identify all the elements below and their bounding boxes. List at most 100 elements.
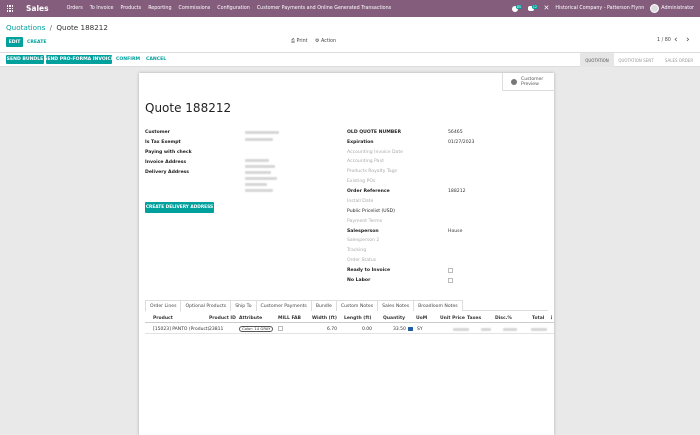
label-delivery-address: Delivery Address bbox=[145, 170, 190, 175]
col-product[interactable]: Product bbox=[153, 316, 173, 321]
globe-icon bbox=[511, 78, 517, 85]
row-total-redacted bbox=[531, 328, 547, 331]
col-quantity[interactable]: Quantity bbox=[383, 316, 405, 321]
user-avatar[interactable] bbox=[650, 4, 660, 13]
tab-customer-payments[interactable]: Customer Payments bbox=[255, 300, 312, 311]
col-product-id[interactable]: Product ID bbox=[209, 316, 236, 321]
print-icon: ⎙ bbox=[291, 38, 296, 44]
menu-orders[interactable]: Orders bbox=[67, 6, 83, 11]
stage-sales-order[interactable]: SALES ORDER bbox=[658, 53, 700, 67]
row-quantity[interactable]: 33.50 bbox=[393, 327, 406, 332]
value-old-quote-number[interactable]: 56465 bbox=[448, 130, 463, 135]
app-name[interactable]: Sales bbox=[26, 4, 49, 13]
label-payment-terms: Payment Terms bbox=[347, 219, 383, 224]
menu-configuration[interactable]: Configuration bbox=[217, 6, 250, 11]
pager-value[interactable]: 1 / 80 bbox=[657, 38, 671, 43]
col-mill-fab[interactable]: MILL FAB bbox=[278, 316, 301, 321]
row-product-id[interactable]: 23811 bbox=[209, 327, 223, 332]
value-order-reference[interactable]: 188212 bbox=[448, 189, 466, 194]
customer-preview-label: Customer Preview bbox=[521, 76, 544, 87]
col-unit-price[interactable]: Unit Price bbox=[440, 316, 465, 321]
label-accounting-paid: Accounting Paid bbox=[347, 159, 384, 164]
navbar-systray: 85 12 ✕ Historical Company - Patterson F… bbox=[506, 0, 694, 17]
column-options-icon[interactable]: ⋮ bbox=[549, 315, 554, 321]
row-taxes-redacted[interactable] bbox=[481, 328, 491, 331]
col-total[interactable]: Total bbox=[532, 316, 544, 321]
menu-customer-payments[interactable]: Customer Payments and Online Generated T… bbox=[257, 6, 391, 11]
label-tracking: Tracking bbox=[347, 248, 367, 253]
menu-to-invoice[interactable]: To Invoice bbox=[90, 6, 114, 11]
tab-sales-notes[interactable]: Sales Notes bbox=[377, 300, 415, 311]
tab-ship-to[interactable]: Ship To bbox=[230, 300, 257, 311]
value-salesperson[interactable]: House bbox=[448, 229, 462, 234]
action-dropdown[interactable]: ⚙ Action bbox=[315, 38, 336, 44]
action-label: Action bbox=[320, 38, 337, 44]
customer-value-redacted-2 bbox=[245, 138, 273, 141]
table-row[interactable]: [15023] PANTO (Product) 23811 Color: 14 … bbox=[145, 324, 554, 334]
menu-products[interactable]: Products bbox=[120, 6, 141, 11]
print-dropdown[interactable]: ⎙ Print bbox=[291, 38, 308, 44]
no-labor-checkbox[interactable] bbox=[448, 278, 453, 283]
row-width[interactable]: 6.70 bbox=[327, 327, 337, 332]
row-attribute-tag[interactable]: Color: 14 GRAY bbox=[239, 326, 274, 332]
company-switcher[interactable]: Historical Company - Patterson Flynn bbox=[555, 6, 644, 11]
breadcrumb-quotations[interactable]: Quotations bbox=[6, 23, 45, 32]
col-attribute[interactable]: Attribute bbox=[239, 316, 262, 321]
invoice-address-redacted[interactable] bbox=[245, 159, 269, 162]
close-icon[interactable]: ✕ bbox=[544, 5, 550, 12]
tab-optional-products[interactable]: Optional Products bbox=[180, 300, 232, 311]
delivery-address-redacted[interactable] bbox=[245, 171, 271, 174]
label-ready-to-invoice: Ready to Invoice bbox=[347, 268, 391, 273]
label-accounting-invoice-date: Accounting Invoice Date bbox=[347, 150, 403, 155]
row-discount-redacted[interactable] bbox=[503, 328, 517, 331]
truck-icon[interactable] bbox=[408, 327, 413, 331]
chevron-right-icon[interactable]: › bbox=[686, 35, 690, 45]
status-bar: SEND BUNDLE SEND PRO-FORMA INVOICE CONFI… bbox=[0, 53, 700, 67]
tab-broadloom-notes[interactable]: Broadloom Notes bbox=[413, 300, 463, 311]
user-menu[interactable]: Administrator bbox=[661, 6, 694, 11]
delivery-address-redacted-4 bbox=[245, 189, 273, 192]
create-delivery-address-button[interactable]: CREATE DELIVERY ADDRESS bbox=[145, 202, 214, 213]
chevron-left-icon[interactable]: ‹ bbox=[674, 35, 678, 45]
label-no-labor: No Labor bbox=[347, 278, 371, 283]
label-salesperson-2: Salesperson 2 bbox=[347, 238, 380, 243]
col-width[interactable]: Width (ft) bbox=[312, 316, 337, 321]
customer-value-redacted[interactable] bbox=[245, 131, 279, 134]
activity-badge: 12 bbox=[531, 4, 539, 10]
label-order-status: Order Status bbox=[347, 258, 377, 263]
cancel-button[interactable]: CANCEL bbox=[146, 55, 166, 64]
menu-reporting[interactable]: Reporting bbox=[148, 6, 171, 11]
row-unit-price-redacted[interactable] bbox=[453, 328, 469, 331]
send-proforma-button[interactable]: SEND PRO-FORMA INVOICE bbox=[44, 55, 114, 64]
col-length[interactable]: Length (ft) bbox=[344, 316, 372, 321]
tab-custom-notes[interactable]: Custom Notes bbox=[335, 300, 379, 311]
stage-bar: QUOTATION QUOTATION SENT SALES ORDER bbox=[580, 53, 700, 67]
label-install-date: Install Date bbox=[347, 199, 374, 204]
customer-preview-button[interactable]: Customer Preview bbox=[502, 73, 554, 91]
apps-grid-icon[interactable] bbox=[3, 0, 17, 17]
label-public-pricelist[interactable]: Public Pricelist (USD) bbox=[347, 209, 395, 214]
chat-icon[interactable]: 85 bbox=[511, 4, 523, 13]
stage-quotation[interactable]: QUOTATION bbox=[580, 53, 614, 67]
tab-order-lines[interactable]: Order Lines bbox=[145, 300, 182, 312]
tab-bundle[interactable]: Bundle bbox=[310, 300, 337, 311]
menu-commissions[interactable]: Commissions bbox=[179, 6, 211, 11]
row-product[interactable]: [15023] PANTO (Product) bbox=[153, 327, 209, 332]
stage-quotation-sent[interactable]: QUOTATION SENT bbox=[614, 53, 658, 67]
col-taxes[interactable]: Taxes bbox=[467, 316, 481, 321]
row-uom[interactable]: SY bbox=[417, 327, 423, 332]
ready-to-invoice-checkbox[interactable] bbox=[448, 268, 453, 273]
activity-icon[interactable]: 12 bbox=[527, 4, 539, 13]
label-paying-check: Paying with check bbox=[145, 150, 192, 155]
value-expiration[interactable]: 01/27/2023 bbox=[448, 140, 474, 145]
col-discount[interactable]: Disc.% bbox=[495, 316, 512, 321]
send-bundle-button[interactable]: SEND BUNDLE bbox=[6, 55, 44, 64]
confirm-button[interactable]: CONFIRM bbox=[116, 55, 140, 64]
row-length[interactable]: 0.00 bbox=[362, 327, 372, 332]
col-uom[interactable]: UoM bbox=[416, 316, 427, 321]
create-button[interactable]: CREATE bbox=[27, 37, 47, 47]
form-sheet: Customer Preview Quote 188212 Customer I… bbox=[139, 73, 554, 435]
row-mill-fab-checkbox[interactable] bbox=[278, 326, 283, 331]
edit-button[interactable]: EDIT bbox=[6, 37, 23, 47]
control-panel: Quotations / Quote 188212 EDIT CREATE ⎙ … bbox=[0, 17, 700, 53]
